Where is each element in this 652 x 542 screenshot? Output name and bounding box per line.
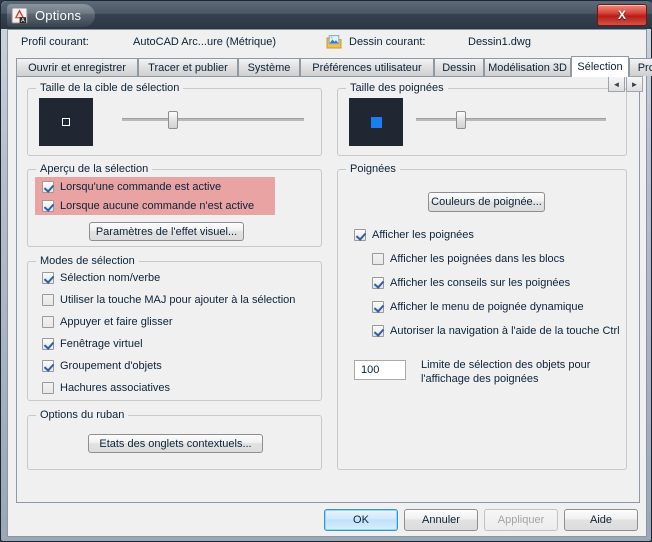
checkbox-box-icon[interactable] [42, 360, 54, 372]
pickbox-size-group: Taille de la cible de sélection [27, 82, 322, 156]
checkbox-box-icon[interactable] [372, 325, 384, 337]
checkbox-label: Afficher les conseils sur les poignées [390, 277, 571, 289]
grip-object-limit-input[interactable]: 100 [354, 360, 406, 380]
checkbox-box-icon[interactable] [354, 229, 366, 241]
pickbox-slider-thumb[interactable] [168, 111, 178, 129]
pickbox-preview [39, 98, 93, 146]
visual-effect-settings-button[interactable]: Paramètres de l'effet visuel... [89, 222, 244, 241]
selection-preview-group: Aperçu de la sélection Lorsqu'une comman… [27, 163, 322, 247]
checkbox-label: Sélection nom/verbe [60, 272, 161, 284]
checkbox-label: Afficher le menu de poignée dynamique [390, 301, 584, 313]
grip-colors-button[interactable]: Couleurs de poignée... [428, 192, 545, 212]
checkbox-lorsqu-une-commande-est-active[interactable]: Lorsqu'une commande est active [42, 181, 221, 193]
tab-scroll-right-button[interactable]: ► [626, 76, 643, 92]
dialog-client-area: Profil courant: AutoCAD Arc...ure (Métri… [7, 29, 652, 537]
drawing-label: Dessin courant: [349, 36, 426, 48]
options-dialog-window: A Options X Profil courant: AutoCAD Arc.… [0, 0, 652, 542]
window-title: Options [35, 8, 82, 23]
checkbox-label: Afficher les poignées dans les blocs [390, 253, 565, 265]
tab-systeme[interactable]: Système [238, 58, 300, 76]
checkbox-autoriser-navigation-ctrl[interactable]: Autoriser la navigation à l'aide de la t… [372, 325, 620, 337]
tab-tracer-et-publier[interactable]: Tracer et publier [138, 58, 238, 76]
contextual-tabs-states-button[interactable]: Etats des onglets contextuels... [88, 434, 263, 453]
selection-modes-group: Modes de sélection Sélection nom/verbe U… [27, 255, 322, 401]
checkbox-label: Groupement d'objets [60, 360, 162, 372]
checkbox-box-icon[interactable] [42, 272, 54, 284]
tab-modelisation-3d[interactable]: Modélisation 3D [484, 58, 571, 76]
checkbox-hachures-associatives[interactable]: Hachures associatives [42, 382, 170, 394]
ok-button[interactable]: OK [324, 509, 398, 531]
checkbox-appuyer-et-faire-glisser[interactable]: Appuyer et faire glisser [42, 316, 173, 328]
checkbox-label: Fenêtrage virtuel [60, 338, 143, 350]
grip-size-slider[interactable] [416, 111, 606, 129]
checkbox-box-icon[interactable] [42, 294, 54, 306]
grip-preview [349, 98, 403, 146]
checkbox-lorsque-aucune-commande-n-est-active[interactable]: Lorsque aucune commande n'est active [42, 200, 254, 212]
grip-slider-thumb[interactable] [456, 111, 466, 129]
grip-size-title: Taille des poignées [346, 82, 448, 94]
tab-strip: Ouvrir et enregistrer Tracer et publier … [16, 56, 652, 77]
profile-value: AutoCAD Arc...ure (Métrique) [133, 36, 277, 48]
checkbox-label: Afficher les poignées [372, 229, 474, 241]
grip-object-limit-label-line2: l'affichage des poignées [421, 373, 539, 385]
profile-bar: Profil courant: AutoCAD Arc...ure (Métri… [8, 30, 646, 57]
selection-preview-title: Aperçu de la sélection [36, 163, 153, 175]
profile-label: Profil courant: [21, 36, 89, 48]
checkbox-afficher-menu-poignee-dynamique[interactable]: Afficher le menu de poignée dynamique [372, 301, 584, 313]
checkbox-selection-nom-verbe[interactable]: Sélection nom/verbe [42, 272, 160, 284]
grip-size-group: Taille des poignées [337, 82, 627, 156]
checkbox-label: Lorsque aucune commande n'est active [60, 200, 255, 212]
tab-profils[interactable]: Profils [629, 58, 652, 76]
checkbox-label: Utiliser la touche MAJ pour ajouter à la… [60, 294, 296, 306]
checkbox-afficher-poignees-dans-blocs[interactable]: Afficher les poignées dans les blocs [372, 253, 565, 265]
grip-slider-track [416, 118, 606, 121]
checkbox-label: Hachures associatives [60, 382, 171, 394]
drawing-value: Dessin1.dwg [468, 36, 531, 48]
tab-dessin[interactable]: Dessin [434, 58, 484, 76]
autocad-a-icon: A [11, 7, 28, 24]
title-pill: A Options [7, 4, 96, 27]
checkbox-fenetrage-virtuel[interactable]: Fenêtrage virtuel [42, 338, 143, 350]
checkbox-box-icon[interactable] [372, 301, 384, 313]
grips-group: Poignées Couleurs de poignée... Afficher… [337, 163, 627, 470]
help-button[interactable]: Aide [564, 509, 638, 531]
pickbox-size-title: Taille de la cible de sélection [36, 82, 184, 94]
tab-selection[interactable]: Sélection [571, 56, 629, 77]
selection-modes-title: Modes de sélection [36, 255, 139, 267]
checkbox-label: Autoriser la navigation à l'aide de la t… [390, 325, 620, 337]
checkbox-box-icon[interactable] [42, 382, 54, 394]
ribbon-options-title: Options du ruban [36, 409, 129, 421]
checkbox-groupement-d-objets[interactable]: Groupement d'objets [42, 360, 162, 372]
pickbox-slider-track [122, 118, 304, 121]
checkbox-afficher-conseils-poignees[interactable]: Afficher les conseils sur les poignées [372, 277, 570, 289]
checkbox-box-icon[interactable] [372, 253, 384, 265]
svg-text:A: A [21, 18, 25, 24]
tab-preferences-utilisateur[interactable]: Préférences utilisateur [300, 58, 434, 76]
selection-page-panel: Taille de la cible de sélection Aperçu d… [16, 76, 640, 503]
checkbox-label: Appuyer et faire glisser [60, 316, 173, 328]
drawing-file-icon [326, 34, 342, 50]
grips-title: Poignées [346, 163, 400, 175]
checkbox-box-icon[interactable] [42, 200, 54, 212]
grip-object-limit-label-line1: Limite de sélection des objets pour [421, 359, 591, 371]
checkbox-box-icon[interactable] [42, 338, 54, 350]
apply-button: Appliquer [484, 509, 558, 531]
ribbon-options-group: Options du ruban Etats des onglets conte… [27, 409, 322, 470]
title-bar[interactable]: A Options X [1, 1, 652, 29]
checkbox-box-icon[interactable] [42, 181, 54, 193]
checkbox-box-icon[interactable] [42, 316, 54, 328]
pickbox-size-slider[interactable] [122, 111, 304, 129]
checkbox-box-icon[interactable] [372, 277, 384, 289]
pickbox-square-icon [62, 118, 70, 126]
grip-square-icon [370, 116, 382, 128]
tab-scroll-left-button[interactable]: ◄ [608, 76, 625, 92]
checkbox-afficher-les-poignees[interactable]: Afficher les poignées [354, 229, 474, 241]
checkbox-utiliser-touche-maj[interactable]: Utiliser la touche MAJ pour ajouter à la… [42, 294, 295, 306]
checkbox-label: Lorsqu'une commande est active [60, 181, 222, 193]
cancel-button[interactable]: Annuler [404, 509, 478, 531]
close-icon[interactable]: X [597, 4, 647, 26]
tab-ouvrir-et-enregistrer[interactable]: Ouvrir et enregistrer [16, 58, 138, 76]
